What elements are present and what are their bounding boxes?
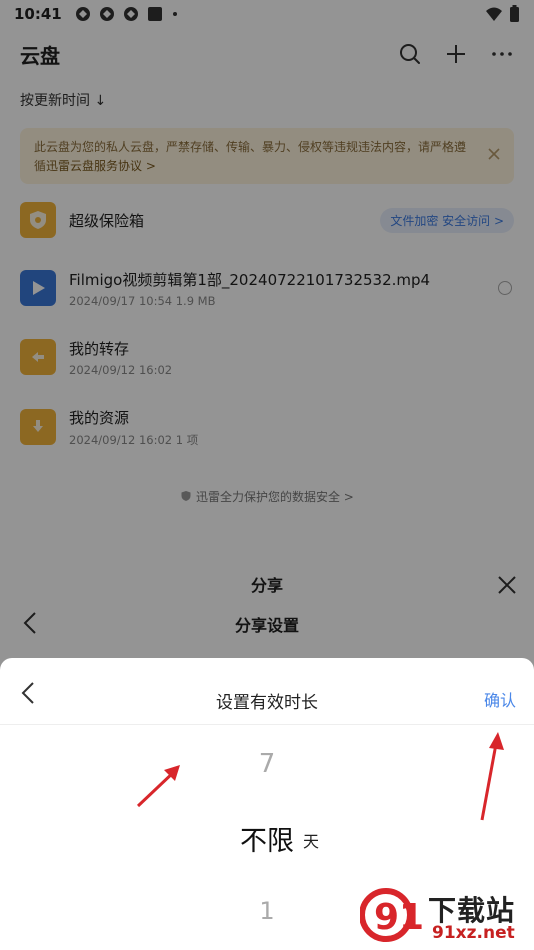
watermark: 91 下载站 91xz.net bbox=[360, 883, 534, 950]
watermark-logo-icon: 91 bbox=[360, 888, 424, 942]
confirm-button[interactable]: 确认 bbox=[484, 687, 516, 711]
annotation-arrow-icon bbox=[480, 732, 504, 821]
picker-unit: 天 bbox=[303, 832, 320, 851]
picker-option-previous[interactable]: 7 bbox=[0, 749, 534, 779]
watermark-site: 91xz.net bbox=[432, 923, 515, 943]
picker-option-selected[interactable]: 不限 bbox=[0, 819, 534, 858]
svg-text:91: 91 bbox=[374, 897, 424, 938]
duration-title: 设置有效时长 bbox=[216, 693, 318, 713]
annotation-arrow-icon bbox=[136, 765, 180, 808]
